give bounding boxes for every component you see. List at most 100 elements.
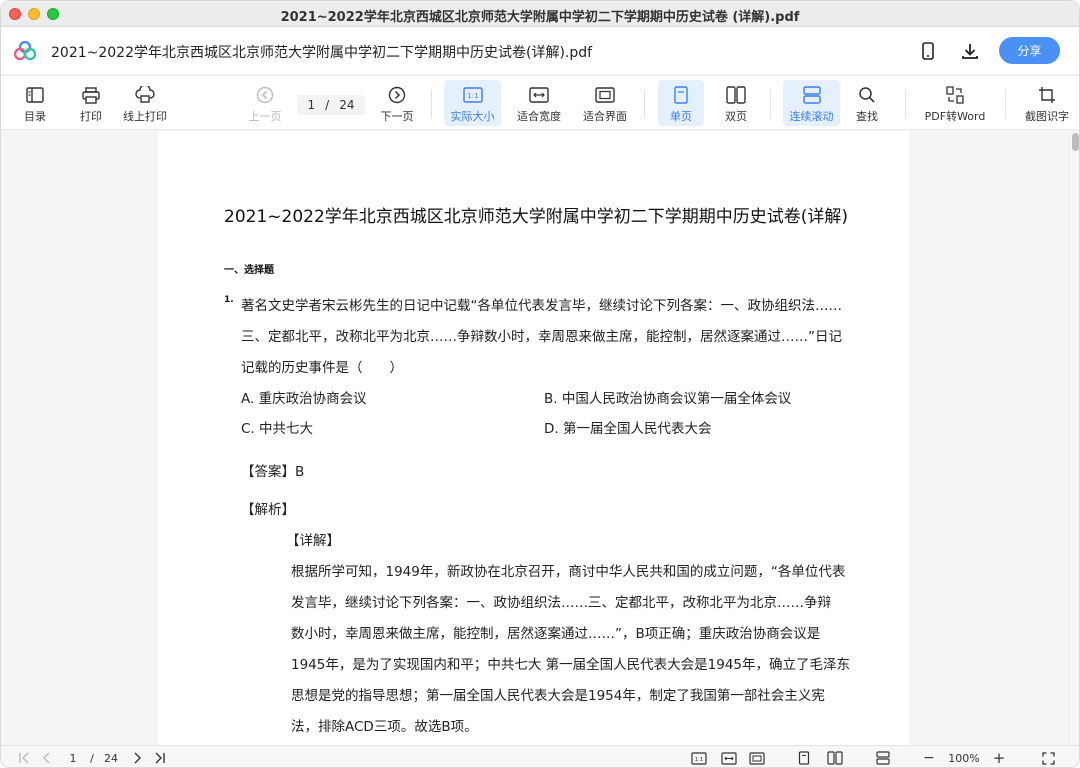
last-page-icon[interactable]	[151, 750, 169, 766]
pdf-to-word-button[interactable]: PDF转Word	[919, 80, 991, 126]
fit-width-button[interactable]: 适合宽度	[512, 80, 566, 126]
crop-icon	[1036, 84, 1058, 106]
option-b: B. 中国人民政治协商会议第一届全体会议	[544, 391, 792, 407]
continuous-scroll-icon	[801, 84, 823, 106]
detail-line: 思想是党的指导思想；第一届全国人民代表大会是1954年，制定了我国第一部社会主义…	[291, 688, 825, 704]
ocr-label: 截图识字	[1025, 110, 1069, 123]
toolbar-divider	[905, 90, 906, 118]
next-page-button[interactable]: 下一页	[377, 80, 417, 126]
online-print-button[interactable]: 线上打印	[117, 80, 173, 126]
app-window: 2021~2022学年北京西城区北京师范大学附属中学初二下学期期中历史试卷 (详…	[0, 0, 1080, 768]
print-button[interactable]: 打印	[73, 80, 109, 126]
detail-line: 1945年，是为了实现国内和平；中共七大 第一届全国人民代表大会是1945年，确…	[291, 657, 851, 673]
fit-page-button[interactable]: 适合界面	[578, 80, 632, 126]
double-page-button[interactable]: 双页	[714, 80, 758, 126]
option-a: A. 重庆政治协商会议	[241, 391, 367, 407]
vertical-scrollbar[interactable]	[1069, 131, 1079, 745]
toolbar-divider	[431, 90, 432, 118]
convert-icon	[944, 84, 966, 106]
detail-line: 数小时，幸周恩来做主席，能控制，居然逐案通过……”，B项正确；重庆政治协商会议是	[291, 626, 821, 642]
zoom-out-button[interactable]: −	[921, 750, 937, 766]
fit-page-icon[interactable]	[747, 750, 767, 766]
fit-page-icon	[594, 84, 616, 106]
window-title: 2021~2022学年北京西城区北京师范大学附属中学初二下学期期中历史试卷 (详…	[280, 10, 800, 25]
continuous-scroll-icon[interactable]	[873, 750, 893, 766]
page-separator: /	[325, 98, 330, 112]
status-bar: 1 / 24 1:1 − 100% +	[1, 745, 1079, 767]
status-page-total: 24	[104, 751, 118, 765]
section-heading: 一、选择题	[224, 265, 274, 276]
chevron-left-circle-icon	[254, 84, 276, 106]
svg-text:1:1: 1:1	[695, 757, 704, 763]
toolbar-divider	[1005, 90, 1006, 118]
printer-icon	[80, 84, 102, 106]
detail-line: 根据所学可知，1949年，新政协在北京召开，商讨中华人民共和国的成立问题，“各单…	[291, 564, 846, 580]
download-icon[interactable]	[958, 39, 982, 63]
answer-text: 【答案】B	[241, 464, 305, 480]
first-page-icon[interactable]	[15, 750, 33, 766]
zoom-in-button[interactable]: +	[991, 749, 1007, 767]
document-header: 2021~2022学年北京西城区北京师范大学附属中学初二下学期期中历史试卷(详解…	[1, 27, 1079, 75]
status-page-current[interactable]: 1	[65, 750, 81, 766]
detail-line: 法，排除ACD三项。故选B项。	[291, 719, 478, 735]
find-label: 查找	[856, 110, 878, 123]
toolbar-divider	[770, 90, 771, 118]
ocr-button[interactable]: 截图识字	[1019, 80, 1075, 126]
share-button[interactable]: 分享	[999, 37, 1060, 64]
question-line: 著名文史学者宋云彬先生的日记中记载“各单位代表发言毕，继续讨论下列各案：一、政协…	[241, 298, 842, 314]
document-viewport[interactable]: 2021~2022学年北京西城区北京师范大学附属中学初二下学期期中历史试卷(详解…	[1, 131, 1069, 745]
chevron-right-icon[interactable]	[129, 750, 145, 766]
find-button[interactable]: 查找	[849, 80, 885, 126]
option-c: C. 中共七大	[241, 421, 314, 437]
single-page-button[interactable]: 单页	[658, 80, 704, 126]
detail-heading: 【详解】	[286, 533, 340, 549]
double-page-icon[interactable]	[825, 750, 845, 766]
prev-page-button[interactable]: 上一页	[245, 80, 285, 126]
page-total: 24	[339, 98, 355, 112]
title-bar: 2021~2022学年北京西城区北京师范大学附属中学初二下学期期中历史试卷 (详…	[1, 1, 1079, 27]
detail-line: 发言毕，继续讨论下列各案：一、政协组织法……三、定都北平，改称北平为北京……争辩	[291, 595, 831, 611]
scrollbar-thumb[interactable]	[1072, 133, 1079, 151]
mobile-icon[interactable]	[916, 39, 940, 63]
next-page-label: 下一页	[380, 110, 414, 123]
fit-width-icon	[528, 84, 550, 106]
document-name: 2021~2022学年北京西城区北京师范大学附属中学初二下学期期中历史试卷(详解…	[51, 45, 593, 61]
chevron-left-icon[interactable]	[39, 750, 55, 766]
option-d: D. 第一届全国人民代表大会	[544, 421, 712, 437]
continuous-scroll-button[interactable]: 连续滚动	[783, 80, 840, 126]
fit-width-icon[interactable]	[719, 750, 739, 766]
status-page-separator: /	[90, 751, 94, 765]
question-number: 1.	[224, 295, 234, 305]
fullscreen-icon[interactable]	[1039, 750, 1057, 766]
toolbar-divider	[644, 90, 645, 118]
analysis-heading: 【解析】	[241, 502, 295, 518]
pdf-to-word-label: PDF转Word	[924, 110, 986, 123]
question-line: 记载的历史事件是（ ）	[241, 360, 403, 376]
fit-width-label: 适合宽度	[517, 110, 561, 123]
online-print-label: 线上打印	[123, 110, 167, 123]
page-number-input[interactable]: 1 / 24	[297, 95, 365, 115]
actual-size-button[interactable]: 1:1 实际大小	[444, 80, 501, 126]
continuous-scroll-label: 连续滚动	[789, 110, 834, 123]
single-page-label: 单页	[670, 110, 692, 123]
single-page-icon[interactable]	[795, 750, 813, 766]
chevron-right-circle-icon	[386, 84, 408, 106]
cloud-print-icon	[134, 84, 156, 106]
question-line: 三、定都北平，改称北平为北京……争辩数小时，幸周恩来做主席，能控制，居然逐案通过…	[241, 329, 842, 345]
pdf-page: 2021~2022学年北京西城区北京师范大学附属中学初二下学期期中历史试卷(详解…	[158, 131, 909, 745]
single-page-icon	[670, 84, 692, 106]
prev-page-label: 上一页	[248, 110, 282, 123]
search-icon	[856, 84, 878, 106]
document-title: 2021~2022学年北京西城区北京师范大学附属中学初二下学期期中历史试卷(详解…	[224, 207, 849, 227]
actual-size-icon[interactable]: 1:1	[689, 750, 709, 766]
actual-size-icon: 1:1	[462, 84, 484, 106]
app-logo-icon	[14, 41, 36, 61]
toc-button[interactable]: 目录	[17, 80, 53, 126]
page-current: 1	[307, 98, 316, 112]
toc-label: 目录	[24, 110, 46, 123]
double-page-label: 双页	[725, 110, 747, 123]
sidebar-icon	[24, 84, 46, 106]
zoom-level[interactable]: 100%	[945, 750, 983, 766]
double-page-icon	[725, 84, 747, 106]
print-label: 打印	[80, 110, 102, 123]
